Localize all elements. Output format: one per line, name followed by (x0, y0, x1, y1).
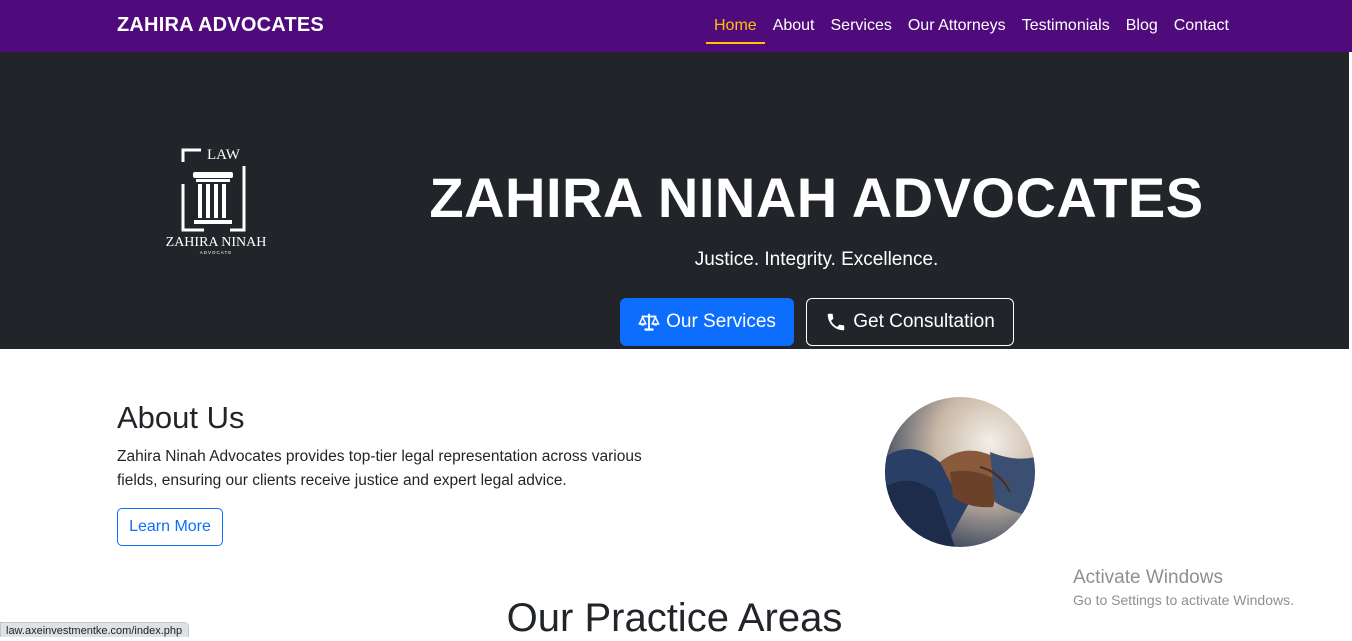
about-title: About Us (117, 400, 245, 435)
logo-sub-text: ADVOCATE (200, 250, 232, 255)
nav-link-home[interactable]: Home (706, 8, 765, 44)
handshake-image (885, 397, 1035, 547)
hero-title: ZAHIRA NINAH ADVOCATES (429, 166, 1204, 229)
nav-link-about[interactable]: About (765, 8, 823, 44)
navbar-brand[interactable]: ZAHIRA ADVOCATES (117, 14, 324, 37)
logo-name-text: ZAHIRA NINAH (166, 235, 267, 250)
our-services-button[interactable]: Our Services (620, 298, 794, 346)
nav-link-blog[interactable]: Blog (1118, 8, 1166, 44)
hero-section: LAW ZAHIRA NINAH ADVOCATE ZAHIRA NINAH A… (0, 52, 1349, 349)
nav-link-services[interactable]: Services (823, 8, 900, 44)
phone-icon (827, 313, 845, 331)
our-services-label: Our Services (666, 311, 776, 332)
activate-windows-watermark: Activate Windows Go to Settings to activ… (1073, 567, 1294, 608)
about-description: Zahira Ninah Advocates provides top-tier… (117, 448, 642, 489)
get-consultation-label: Get Consultation (853, 311, 995, 332)
nav-link-our-attorneys[interactable]: Our Attorneys (900, 8, 1014, 44)
activate-windows-title: Activate Windows (1073, 567, 1223, 588)
nav-link-testimonials[interactable]: Testimonials (1014, 8, 1118, 44)
logo-law-text: LAW (207, 147, 241, 163)
status-bar-url: law.axeinvestmentke.com/index.php (0, 622, 190, 637)
nav-link-contact[interactable]: Contact (1166, 8, 1237, 44)
hero-tagline: Justice. Integrity. Excellence. (694, 249, 939, 270)
get-consultation-button[interactable]: Get Consultation (806, 298, 1014, 346)
nav-menu: Home About Services Our Attorneys Testim… (706, 8, 1237, 44)
learn-more-button[interactable]: Learn More (117, 508, 223, 546)
top-navbar: ZAHIRA ADVOCATES Home About Services Our… (0, 0, 1352, 52)
scale-balance-icon (638, 313, 660, 331)
law-firm-logo: LAW ZAHIRA NINAH ADVOCATE (166, 147, 267, 255)
activate-windows-subtitle: Go to Settings to activate Windows. (1073, 592, 1294, 608)
